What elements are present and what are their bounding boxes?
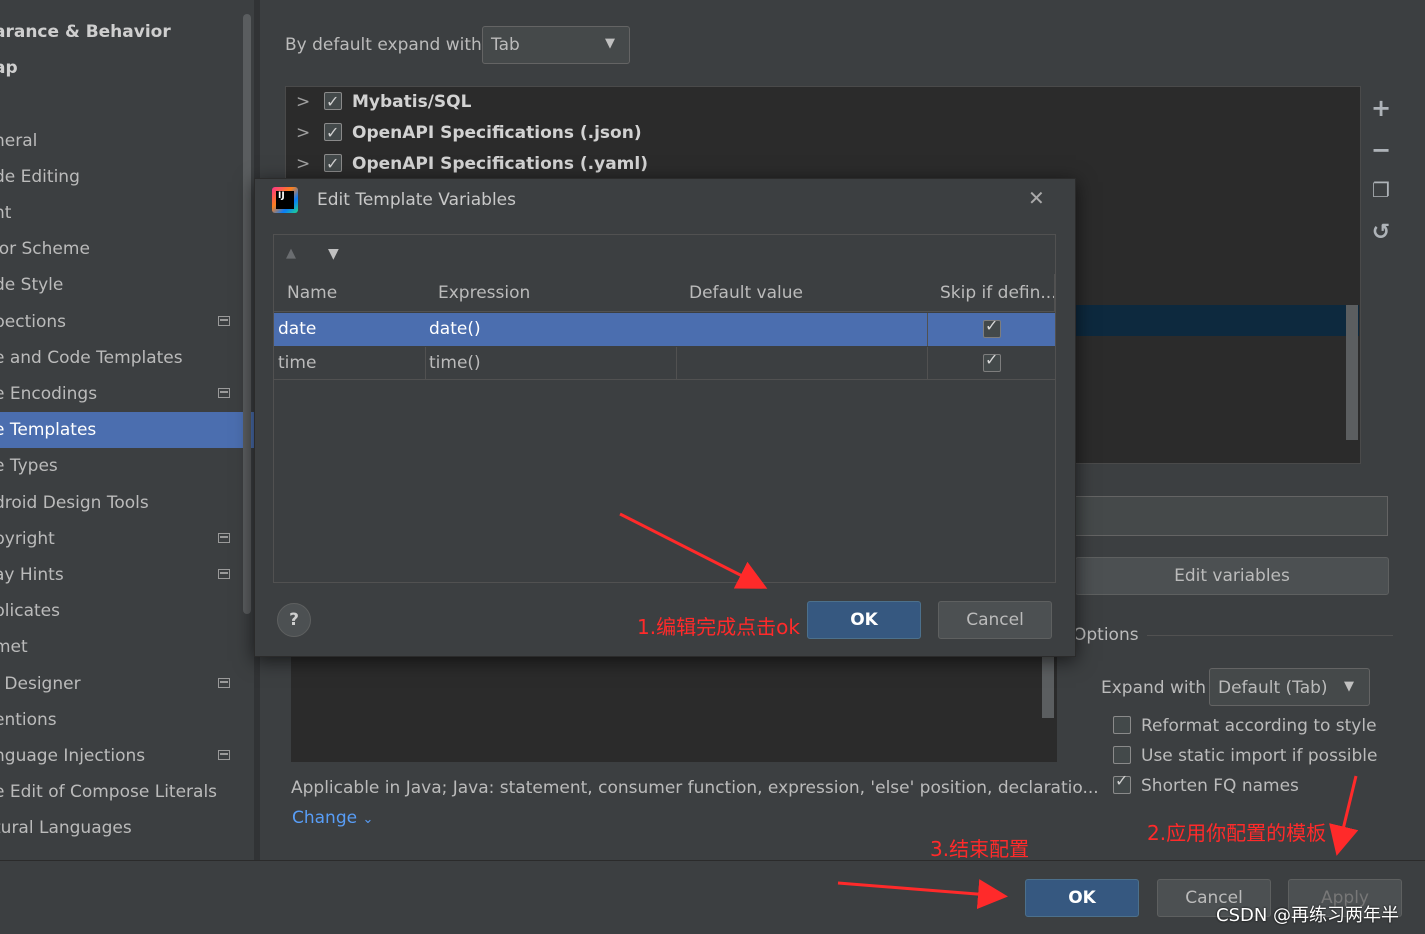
arrow-to-dialog-ok — [619, 512, 768, 589]
annotation-arrows — [619, 512, 1359, 910]
arrow-to-apply — [1329, 775, 1359, 856]
watermark: CSDN @再练习两年半 — [1216, 905, 1400, 926]
arrow-to-ok — [837, 879, 1008, 910]
